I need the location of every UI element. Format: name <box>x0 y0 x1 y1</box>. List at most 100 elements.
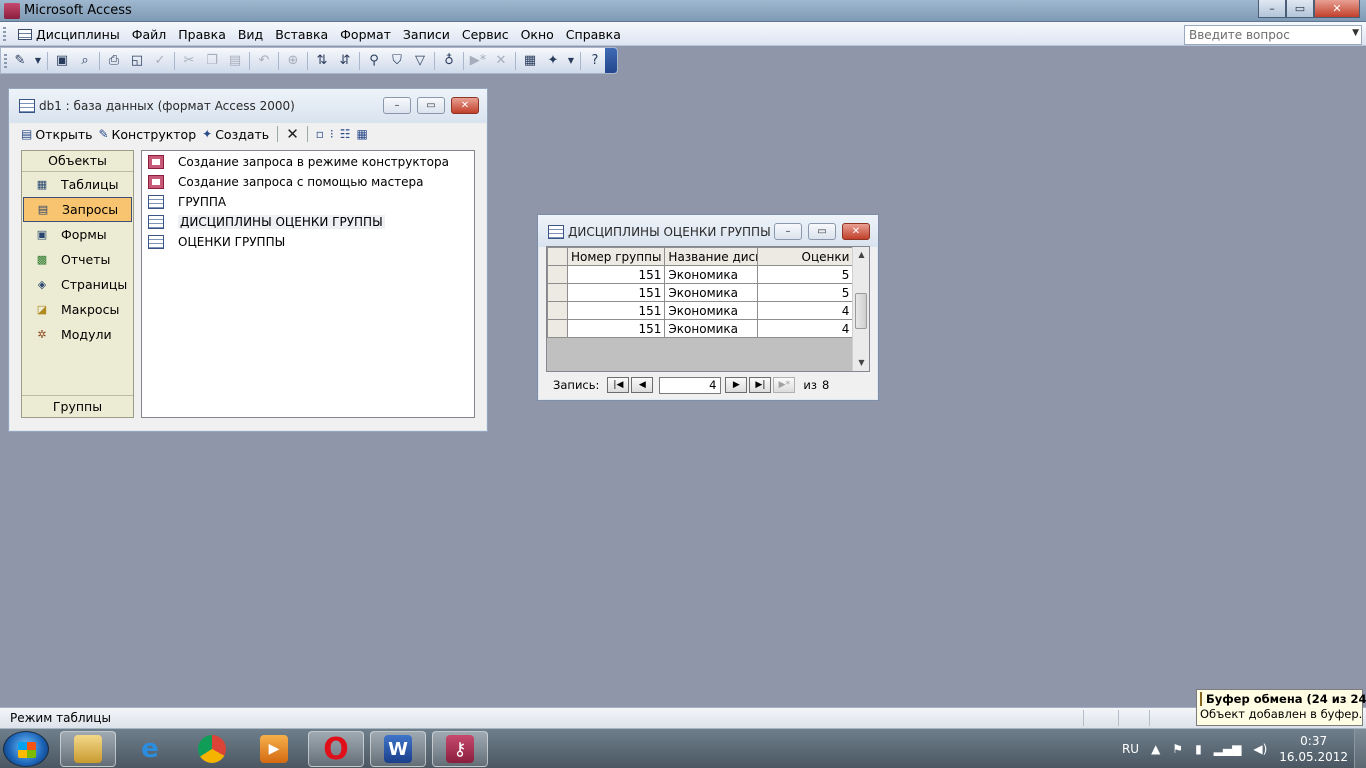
db-close-button[interactable]: ✕ <box>451 97 479 114</box>
copy-icon[interactable]: ❐ <box>203 52 221 70</box>
delete-record-icon[interactable]: ✕ <box>492 52 510 70</box>
volume-icon[interactable]: ◀) <box>1253 742 1267 756</box>
current-record-field[interactable]: 4 <box>659 376 722 394</box>
view-design-icon[interactable]: ✎ <box>11 52 29 70</box>
menu-edit[interactable]: Правка <box>172 26 232 43</box>
new-object-icon[interactable]: ✦ <box>544 52 562 70</box>
menu-tools[interactable]: Сервис <box>456 26 515 43</box>
list-item-create-query-design[interactable]: Создание запроса в режиме конструктора <box>148 153 449 171</box>
app-close-button[interactable]: ✕ <box>1314 0 1360 18</box>
taskbar-word[interactable]: W <box>370 731 426 767</box>
cell-discipline-name[interactable]: Экономика <box>664 265 759 284</box>
column-header-group-number[interactable]: Номер группы <box>566 247 666 266</box>
chevron-down-icon[interactable]: ▼ <box>567 52 575 70</box>
list-view-icon[interactable]: ☷ <box>340 127 351 141</box>
cell-group-number[interactable]: 151 <box>566 301 666 320</box>
last-record-icon[interactable]: ▶| <box>749 377 772 393</box>
find-icon[interactable]: ♁ <box>440 52 458 70</box>
object-reports[interactable]: ▩ Отчеты <box>23 247 132 272</box>
cell-grade[interactable]: 4 <box>757 319 854 338</box>
object-pages[interactable]: ◈ Страницы <box>23 272 132 297</box>
create-button[interactable]: ✦ Создать <box>202 127 269 142</box>
menu-format[interactable]: Формат <box>334 26 397 43</box>
first-record-icon[interactable]: |◀ <box>607 377 630 393</box>
power-icon[interactable]: ▮ <box>1195 742 1202 756</box>
cell-group-number[interactable]: 151 <box>566 265 666 284</box>
column-header-grades[interactable]: Оценки <box>757 247 854 266</box>
db-maximize-button[interactable]: ▭ <box>417 97 445 114</box>
list-item-query-group[interactable]: ГРУППА <box>148 193 226 211</box>
cell-discipline-name[interactable]: Экономика <box>664 283 759 302</box>
delete-icon[interactable]: ✕ <box>286 125 299 143</box>
cell-group-number[interactable]: 151 <box>566 319 666 338</box>
previous-record-icon[interactable]: ◀ <box>631 377 654 393</box>
print-preview-icon[interactable]: ◱ <box>128 52 146 70</box>
chevron-down-icon[interactable]: ▼ <box>34 52 42 70</box>
open-button[interactable]: ▤ Открыть <box>21 127 92 142</box>
paste-icon[interactable]: ▤ <box>226 52 244 70</box>
scrollbar-thumb[interactable] <box>855 293 867 329</box>
cell-group-number[interactable]: 151 <box>566 283 666 302</box>
taskbar-media-player[interactable]: ▶ <box>246 731 302 767</box>
sort-descending-icon[interactable]: ⇵ <box>336 52 354 70</box>
clipboard-notification[interactable]: Буфер обмена (24 из 24) Объект добавлен … <box>1196 689 1366 726</box>
language-indicator[interactable]: RU <box>1122 742 1139 756</box>
db-minimize-button[interactable]: – <box>383 97 411 114</box>
start-button[interactable] <box>3 731 49 767</box>
list-item-query-group-grades[interactable]: ОЦЕНКИ ГРУППЫ <box>148 233 285 251</box>
sort-ascending-icon[interactable]: ⇅ <box>313 52 331 70</box>
taskbar-chrome[interactable] <box>184 731 240 767</box>
groups-footer[interactable]: Группы <box>22 395 133 417</box>
row-selector[interactable] <box>547 283 568 302</box>
file-search-icon[interactable]: ⌕ <box>76 52 94 70</box>
clock[interactable]: 0:37 16.05.2012 <box>1279 733 1348 765</box>
row-selector[interactable] <box>547 319 568 338</box>
new-record-icon[interactable]: ▶* <box>469 52 487 70</box>
taskbar-explorer[interactable] <box>60 731 116 767</box>
cell-discipline-name[interactable]: Экономика <box>664 301 759 320</box>
large-icons-icon[interactable]: ▫ <box>316 127 324 141</box>
cell-grade[interactable]: 4 <box>757 301 854 320</box>
small-icons-icon[interactable]: ⁝ <box>330 127 334 141</box>
toolbar-grip[interactable] <box>4 54 7 69</box>
menu-view[interactable]: Вид <box>232 26 269 43</box>
menu-file[interactable]: Файл <box>126 26 173 43</box>
list-item-query-disciplines-grades[interactable]: ДИСЦИПЛИНЫ ОЦЕНКИ ГРУППЫ <box>148 213 385 231</box>
object-queries[interactable]: ▤ Запросы <box>23 197 132 222</box>
app-minimize-button[interactable]: – <box>1258 0 1286 18</box>
cell-grade[interactable]: 5 <box>757 283 854 302</box>
spelling-icon[interactable]: ✓ <box>151 52 169 70</box>
show-hidden-icons-icon[interactable]: ▲ <box>1151 742 1160 756</box>
app-maximize-button[interactable]: ▭ <box>1286 0 1314 18</box>
menu-records[interactable]: Записи <box>397 26 456 43</box>
taskbar-internet-explorer[interactable]: e <box>122 731 178 767</box>
filter-by-selection-icon[interactable]: ⚲ <box>365 52 383 70</box>
filter-by-form-icon[interactable]: ⛉ <box>388 52 406 70</box>
query-minimize-button[interactable]: – <box>774 223 802 240</box>
menu-window[interactable]: Окно <box>515 26 560 43</box>
help-icon[interactable]: ? <box>586 52 604 70</box>
object-forms[interactable]: ▣ Формы <box>23 222 132 247</box>
scroll-up-icon[interactable]: ▲ <box>853 247 869 263</box>
object-modules[interactable]: ✲ Модули <box>23 322 132 347</box>
show-desktop-button[interactable] <box>1354 729 1366 768</box>
database-window-icon[interactable]: ▦ <box>521 52 539 70</box>
menubar-grip[interactable] <box>3 27 6 41</box>
objects-header[interactable]: Объекты <box>22 151 133 172</box>
new-record-icon[interactable]: ▶* <box>773 377 796 393</box>
apply-filter-icon[interactable]: ▽ <box>411 52 429 70</box>
next-record-icon[interactable]: ▶ <box>725 377 748 393</box>
help-question-input[interactable]: Введите вопрос ▼ <box>1184 25 1362 45</box>
row-selector[interactable] <box>547 301 568 320</box>
taskbar-opera[interactable]: O <box>308 731 364 767</box>
select-all-cell[interactable] <box>547 247 568 266</box>
toolbar-overflow-button[interactable] <box>605 48 617 73</box>
query-close-button[interactable]: ✕ <box>842 223 870 240</box>
chevron-down-icon[interactable]: ▼ <box>1352 28 1359 38</box>
cut-icon[interactable]: ✂ <box>180 52 198 70</box>
menu-help[interactable]: Справка <box>560 26 627 43</box>
save-icon[interactable]: ▣ <box>53 52 71 70</box>
design-button[interactable]: ✎ Конструктор <box>98 127 196 142</box>
object-tables[interactable]: ▦ Таблицы <box>23 172 132 197</box>
action-center-flag-icon[interactable]: ⚑ <box>1172 742 1183 756</box>
